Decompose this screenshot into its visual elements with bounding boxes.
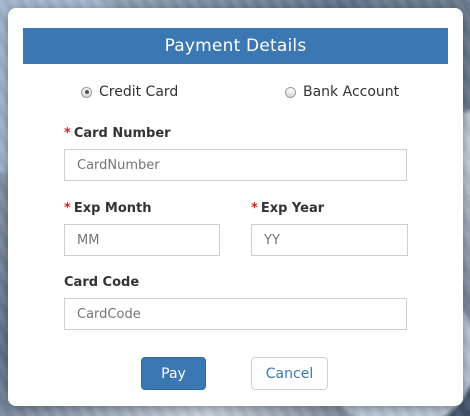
exp-year-label: * Exp Year bbox=[251, 201, 325, 216]
card-number-label: * Card Number bbox=[64, 126, 171, 141]
required-marker: * bbox=[251, 201, 258, 216]
dialog-header: Payment Details bbox=[23, 28, 448, 64]
radio-credit-card[interactable]: Credit Card bbox=[81, 84, 178, 100]
card-code-label: Card Code bbox=[64, 275, 140, 290]
required-marker: * bbox=[64, 126, 71, 141]
exp-month-input[interactable] bbox=[64, 224, 220, 256]
required-marker: * bbox=[64, 201, 71, 216]
radio-credit-card-label: Credit Card bbox=[99, 84, 179, 100]
pay-button[interactable]: Pay bbox=[141, 357, 206, 390]
radio-bank-account[interactable]: Bank Account bbox=[285, 84, 399, 100]
radio-checked-icon[interactable] bbox=[81, 86, 92, 98]
payment-method-radio-group: Credit Card Bank Account bbox=[8, 84, 463, 106]
exp-year-input[interactable] bbox=[251, 224, 408, 256]
card-number-input[interactable] bbox=[64, 149, 407, 181]
exp-month-label: * Exp Month bbox=[64, 201, 152, 216]
radio-bank-account-label: Bank Account bbox=[303, 84, 400, 100]
radio-unchecked-icon[interactable] bbox=[285, 86, 296, 98]
cancel-button[interactable]: Cancel bbox=[251, 357, 328, 390]
dialog-title: Payment Details bbox=[164, 36, 307, 56]
payment-dialog: Payment Details Credit Card Bank Account… bbox=[8, 8, 463, 406]
card-code-input[interactable] bbox=[64, 298, 407, 330]
